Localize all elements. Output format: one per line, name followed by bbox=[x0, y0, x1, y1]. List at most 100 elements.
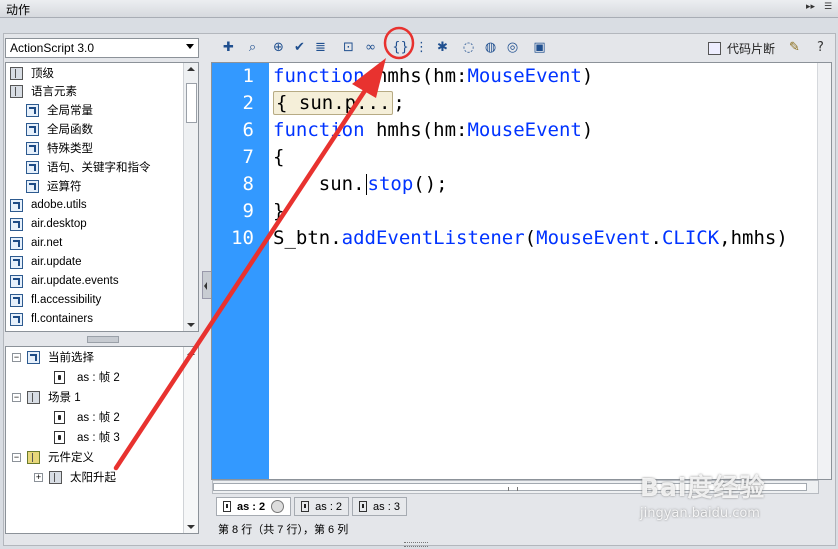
toolbox-item[interactable]: 特殊类型 bbox=[26, 139, 93, 157]
toolbox-item[interactable]: 全局常量 bbox=[26, 101, 93, 119]
toolbox-item-label: fl.accessibility bbox=[31, 294, 102, 306]
script-editor[interactable]: 1 2 6 7 8 9 10 function hmhs(hm:MouseEve… bbox=[211, 62, 832, 480]
debug-options-icon[interactable]: ∞ bbox=[362, 39, 379, 56]
navigator-scrollbar[interactable] bbox=[183, 347, 198, 533]
constant-name: CLICK bbox=[661, 227, 720, 249]
pane-splitter[interactable] bbox=[5, 334, 199, 344]
keyword: function bbox=[273, 119, 365, 141]
find-icon[interactable]: ⌕ bbox=[244, 39, 261, 56]
apply-line-comment-icon[interactable]: ◍ bbox=[482, 39, 499, 56]
toolbox-item-label: air.update bbox=[31, 256, 82, 268]
code-line: function hmhs(hm:MouseEvent) bbox=[273, 117, 593, 144]
frame-script-icon bbox=[223, 501, 231, 512]
type-name: MouseEvent bbox=[467, 119, 582, 141]
package-icon bbox=[10, 236, 23, 250]
toolbox-item[interactable]: 全局函数 bbox=[26, 120, 93, 138]
toolbox-item[interactable]: air.desktop bbox=[10, 215, 87, 233]
collapsed-code-block[interactable]: { sun.p... bbox=[273, 91, 394, 115]
expand-icon[interactable]: + bbox=[34, 472, 43, 482]
shapes-icon bbox=[27, 450, 40, 464]
apply-block-comment-icon[interactable]: ◌ bbox=[460, 39, 477, 56]
auto-format-icon[interactable]: ≣ bbox=[312, 39, 329, 56]
toolbox-item[interactable]: 运算符 bbox=[26, 177, 82, 195]
toolbox-item-label: 全局常量 bbox=[47, 105, 93, 117]
code-text: . bbox=[650, 227, 662, 249]
package-icon bbox=[10, 274, 23, 288]
code-line: { bbox=[273, 144, 284, 171]
toolbox-item[interactable]: adobe.utils bbox=[10, 196, 87, 214]
toolbox-item[interactable]: air.net bbox=[10, 234, 62, 252]
code-text: { bbox=[273, 146, 285, 168]
watermark-brand: Bai度经验 bbox=[640, 473, 766, 502]
script-navigator: − 当前选择 as : 帧 2 − 场景 1 as : 帧 2 as : 帧 3 −… bbox=[5, 346, 199, 534]
toolbox-item[interactable]: 顶级 bbox=[10, 64, 54, 82]
splitter-grip[interactable] bbox=[87, 336, 119, 343]
toolbox-collapse-bar[interactable] bbox=[202, 38, 216, 535]
scroll-thumb[interactable] bbox=[186, 83, 197, 123]
code-text: sun. bbox=[273, 173, 365, 195]
toolbox-scrollbar[interactable] bbox=[183, 63, 198, 331]
language-select[interactable]: ActionScript 3.0 bbox=[5, 38, 199, 58]
collapse-between-braces-icon[interactable]: {} bbox=[392, 39, 409, 56]
wizard-icon[interactable]: ✎ bbox=[786, 39, 803, 56]
panel-title-bar: 动作 ▸▸ ☰ bbox=[0, 0, 838, 18]
scroll-down-icon[interactable] bbox=[187, 323, 195, 327]
tree-row-frame[interactable]: as : 帧 3 bbox=[54, 428, 120, 446]
code-text: hmhs(hm: bbox=[364, 119, 468, 141]
chevron-down-icon[interactable] bbox=[186, 44, 194, 49]
panel-resize-grip[interactable] bbox=[404, 542, 428, 547]
package-icon bbox=[10, 217, 23, 231]
line-number: 10 bbox=[231, 227, 254, 249]
scroll-up-icon[interactable] bbox=[187, 351, 195, 355]
collapse-icon[interactable]: − bbox=[12, 352, 21, 362]
collapse-selection-icon[interactable]: ⋮ bbox=[413, 39, 430, 56]
script-toolbar: ✚ ⌕ ⊕ ✔ ≣ ⊡ ∞ {} ⋮ ✱ ◌ ◍ ◎ ▣ 代码片断 ✎ ? bbox=[212, 37, 832, 59]
scroll-down-icon[interactable] bbox=[187, 525, 195, 529]
tab-label: as : 2 bbox=[237, 500, 266, 513]
tree-row-frame[interactable]: as : 帧 2 bbox=[54, 408, 120, 426]
target-path-icon[interactable]: ⊕ bbox=[270, 39, 287, 56]
toolbox-item[interactable]: 语言元素 bbox=[10, 82, 77, 100]
tab-script[interactable]: as : 2 bbox=[294, 497, 350, 516]
show-code-hint-icon[interactable]: ⊡ bbox=[340, 39, 357, 56]
show-hide-toolbox-icon[interactable]: ▣ bbox=[531, 39, 548, 56]
text-caret bbox=[365, 174, 367, 195]
tree-row-scene[interactable]: − 场景 1 bbox=[12, 388, 81, 406]
panel-menu-icon[interactable]: ☰ bbox=[824, 2, 832, 12]
toolbox-item[interactable]: fl.accessibility bbox=[10, 291, 101, 309]
remove-comment-icon[interactable]: ◎ bbox=[504, 39, 521, 56]
collapse-panel-icon[interactable]: ▸▸ bbox=[806, 2, 815, 12]
tab-script[interactable]: as : 2 bbox=[216, 497, 292, 516]
action-icon bbox=[26, 179, 39, 193]
collapse-icon[interactable]: − bbox=[12, 452, 21, 462]
help-icon[interactable]: ? bbox=[812, 39, 829, 56]
check-syntax-icon[interactable]: ✔ bbox=[291, 39, 308, 56]
editor-vertical-scrollbar[interactable] bbox=[817, 63, 831, 479]
toolbox-item[interactable]: air.update.events bbox=[10, 272, 119, 290]
actions-toolbox-pane: ActionScript 3.0 顶级 语言元素 全局常量 全局函数 特殊类型 … bbox=[5, 38, 201, 535]
code-text: ( bbox=[524, 227, 537, 249]
tree-row-label: as : 帧 3 bbox=[77, 432, 120, 444]
expand-all-icon[interactable]: ✱ bbox=[434, 39, 451, 56]
type-name: MouseEvent bbox=[536, 227, 651, 249]
tree-row-label: as : 帧 2 bbox=[77, 412, 120, 424]
code-line: } bbox=[273, 198, 284, 225]
tree-row-symbol-definitions[interactable]: − 元件定义 bbox=[12, 448, 94, 466]
add-statement-icon[interactable]: ✚ bbox=[220, 39, 237, 56]
movie-clip-icon bbox=[49, 470, 62, 484]
toolbox-item[interactable]: fl.containers bbox=[10, 310, 93, 328]
toolbox-item-label: 语言元素 bbox=[31, 86, 77, 98]
toolbox-item[interactable]: air.update bbox=[10, 253, 82, 271]
toolbox-item[interactable]: 语句、关键字和指令 bbox=[26, 158, 151, 176]
collapse-icon[interactable]: − bbox=[12, 392, 21, 402]
scroll-up-icon[interactable] bbox=[187, 67, 195, 71]
tree-row-frame[interactable]: as : 帧 2 bbox=[54, 368, 120, 386]
tree-row-current-selection[interactable]: − 当前选择 bbox=[12, 348, 94, 366]
toolbox-item-label: air.update.events bbox=[31, 275, 119, 287]
toolbox-item-label: 顶级 bbox=[31, 68, 54, 80]
tab-script[interactable]: as : 3 bbox=[352, 497, 407, 516]
code-snippets-button[interactable]: 代码片断 bbox=[708, 38, 775, 58]
action-icon bbox=[26, 160, 39, 174]
pin-script-icon[interactable] bbox=[271, 500, 285, 513]
tree-row-symbol[interactable]: + 太阳升起 bbox=[34, 468, 116, 486]
